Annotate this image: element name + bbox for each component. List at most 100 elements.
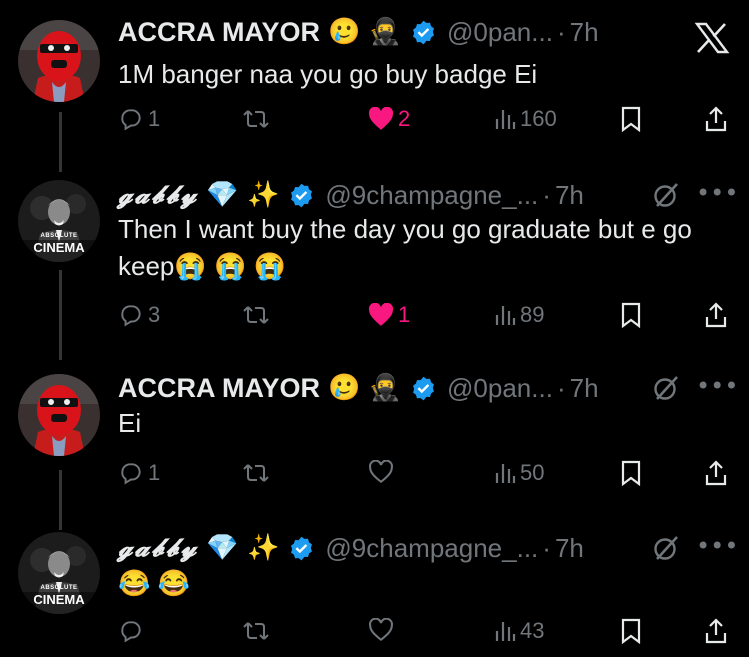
reply-count: 1 — [148, 460, 161, 485]
views-button[interactable]: 50 — [494, 460, 544, 486]
bookmark-button[interactable] — [620, 460, 642, 486]
share-icon — [705, 302, 727, 328]
share-icon — [705, 618, 727, 644]
repost-button[interactable] — [242, 460, 270, 486]
bookmark-button[interactable] — [620, 106, 642, 132]
repost-icon — [243, 110, 269, 128]
bookmark-button[interactable] — [620, 302, 642, 328]
reply-button[interactable] — [118, 618, 148, 644]
reply-count: 1 — [148, 106, 161, 131]
name-emojis: 🥲 🥷 — [328, 17, 402, 47]
separator-dot: · — [542, 532, 551, 563]
grok-icon[interactable] — [650, 372, 682, 404]
tweet-text: Then I want buy the day you go graduate … — [118, 214, 692, 281]
tweet-text: 1M banger naa you go buy badge Ei — [118, 59, 538, 89]
name-emojis: 💎 ✨ — [206, 180, 280, 210]
reply-button[interactable]: 3 — [118, 302, 160, 328]
display-name[interactable]: 𝓰𝓪𝓫𝓫𝔂 — [118, 180, 198, 210]
views-button[interactable]: 89 — [494, 302, 544, 328]
tweet-actions: 1 2 160 — [0, 106, 749, 136]
grok-icon[interactable] — [650, 532, 682, 564]
verified-badge-icon — [291, 536, 313, 560]
like-count: 1 — [398, 302, 411, 327]
tweet[interactable]: ACCRA MAYOR 🥲 🥷 @0pan... · 7h 1M banger … — [0, 0, 749, 160]
bookmark-icon — [621, 460, 641, 486]
tweet-actions: 1 50 — [0, 460, 749, 490]
name-emojis: 🥲 🥷 — [328, 373, 402, 403]
user-handle[interactable]: @0pan... — [447, 373, 553, 404]
views-icon — [495, 622, 516, 641]
reply-icon — [121, 305, 141, 327]
user-handle[interactable]: @9champagne_... — [325, 180, 538, 211]
heart-outline-icon — [369, 460, 393, 484]
like-count: 2 — [398, 106, 411, 131]
tweet[interactable]: ABSOLUTE CINEMA 𝓰𝓪𝓫𝓫𝔂 💎 ✨ @9champagne_..… — [0, 520, 749, 657]
repost-icon — [243, 464, 269, 482]
heart-filled-icon — [368, 303, 394, 326]
timestamp[interactable]: 7h — [555, 533, 584, 564]
repost-button[interactable] — [242, 106, 270, 132]
bookmark-icon — [621, 618, 641, 644]
display-name[interactable]: ACCRA MAYOR — [118, 17, 320, 48]
repost-button[interactable] — [242, 302, 270, 328]
like-button[interactable] — [368, 460, 398, 484]
tweet-text: 😂 😂 — [118, 568, 190, 598]
close-x-logo-icon[interactable] — [694, 22, 730, 54]
views-button[interactable]: 43 — [494, 618, 544, 644]
repost-icon — [243, 306, 269, 324]
timestamp[interactable]: 7h — [570, 17, 599, 48]
view-count: 89 — [520, 302, 545, 327]
avatar-caption: CINEMA — [33, 592, 85, 607]
tweet-text: Ei — [118, 408, 142, 438]
avatar[interactable]: ABSOLUTE CINEMA — [18, 180, 100, 262]
tweet[interactable]: ACCRA MAYOR 🥲 🥷 @0pan... · 7h ••• Ei 1 5… — [0, 360, 749, 520]
view-count: 50 — [520, 460, 545, 485]
bookmark-button[interactable] — [620, 618, 642, 644]
share-button[interactable] — [704, 302, 728, 328]
like-button[interactable] — [368, 618, 398, 642]
grok-icon[interactable] — [650, 179, 682, 211]
verified-badge-icon — [291, 183, 313, 207]
reply-button[interactable]: 1 — [118, 106, 160, 132]
user-handle[interactable]: @9champagne_... — [325, 533, 538, 564]
avatar[interactable]: ABSOLUTE CINEMA — [18, 532, 100, 614]
display-name[interactable]: 𝓰𝓪𝓫𝓫𝔂 — [118, 533, 198, 563]
views-icon — [495, 110, 516, 129]
views-button[interactable]: 160 — [494, 106, 557, 132]
name-emojis: 💎 ✨ — [206, 533, 280, 563]
tweet[interactable]: ABSOLUTE CINEMA 𝓰𝓪𝓫𝓫𝔂 💎 ✨ @9champagne_..… — [0, 165, 749, 365]
share-button[interactable] — [704, 106, 728, 132]
avatar-caption: CINEMA — [33, 240, 85, 255]
timestamp[interactable]: 7h — [570, 373, 599, 404]
view-count: 43 — [520, 618, 545, 643]
separator-dot: · — [556, 16, 566, 47]
more-options-icon[interactable]: ••• — [696, 532, 738, 560]
share-button[interactable] — [704, 460, 728, 486]
avatar[interactable] — [18, 20, 100, 102]
views-icon — [495, 464, 516, 483]
bookmark-icon — [621, 106, 641, 132]
tweet-actions: 43 — [0, 618, 749, 648]
heart-filled-icon — [368, 107, 394, 130]
bookmark-icon — [621, 302, 641, 328]
reply-button[interactable]: 1 — [118, 460, 160, 486]
more-options-icon[interactable]: ••• — [696, 372, 738, 400]
repost-button[interactable] — [242, 618, 270, 644]
avatar[interactable] — [18, 374, 100, 456]
view-count: 160 — [520, 106, 557, 131]
like-button[interactable]: 1 — [368, 302, 410, 328]
views-icon — [495, 306, 516, 325]
reply-count: 3 — [148, 302, 161, 327]
user-handle[interactable]: @0pan... — [447, 17, 553, 48]
like-button[interactable]: 2 — [368, 106, 410, 132]
separator-dot: · — [542, 179, 551, 210]
reply-icon — [121, 109, 141, 131]
share-icon — [705, 460, 727, 486]
share-button[interactable] — [704, 618, 728, 644]
separator-dot: · — [556, 372, 566, 403]
display-name[interactable]: ACCRA MAYOR — [118, 373, 320, 404]
share-icon — [705, 106, 727, 132]
timestamp[interactable]: 7h — [555, 180, 584, 211]
more-options-icon[interactable]: ••• — [696, 179, 738, 207]
tweet-actions: 3 1 89 — [0, 302, 749, 332]
